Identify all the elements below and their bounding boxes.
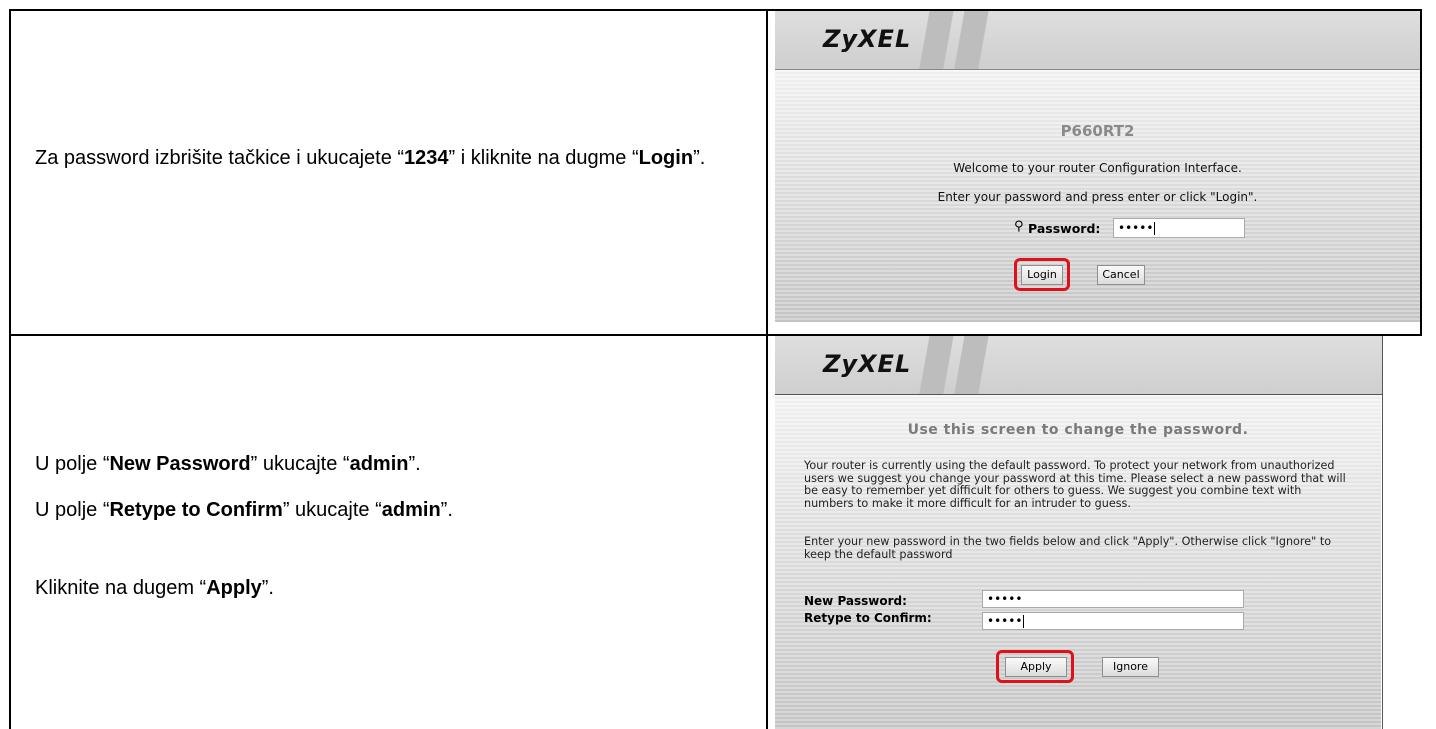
login-body: P660RT2 Welcome to your router Configura… <box>775 70 1420 322</box>
change-password-body: Use this screen to change the password. … <box>775 395 1381 729</box>
instruction-text: Kliknite na dugem “ <box>35 577 207 599</box>
instructions-paragraph: Enter your new password in the two field… <box>804 535 1332 561</box>
table-column-divider <box>766 9 768 729</box>
instruction-text: ”. <box>261 577 274 599</box>
instruction-value: admin <box>381 499 441 521</box>
instruction-field-name: Retype to Confirm <box>109 499 283 521</box>
confirm-password-label: Retype to Confirm: <box>804 611 932 625</box>
intro-paragraph: Your router is currently using the defau… <box>804 459 1346 510</box>
change-password-screenshot: ZyXEL Use this screen to change the pass… <box>775 336 1383 729</box>
instruction-text: ”. <box>408 453 421 475</box>
instruction-value: 1234 <box>404 147 449 169</box>
zyxel-header: ZyXEL <box>775 336 1382 395</box>
key-icon: ⚲ <box>1014 219 1024 234</box>
login-hint: Enter your password and press enter or c… <box>937 190 1258 204</box>
instruction-text: ” ukucajte “ <box>282 499 382 521</box>
instruction-text: Za password izbrišite tačkice i ukucajet… <box>35 147 405 169</box>
instruction-button-name: Apply <box>206 577 262 599</box>
instruction-field-name: New Password <box>109 453 251 475</box>
zyxel-header: ZyXEL <box>775 11 1420 70</box>
instruction-text: U polje “ <box>35 499 110 521</box>
password-label: Password: <box>1028 221 1101 236</box>
model-name: P660RT2 <box>1060 122 1135 140</box>
new-password-input[interactable]: ••••• <box>982 590 1244 608</box>
instruction-text: ” ukucajte “ <box>250 453 350 475</box>
instruction-value: admin <box>349 453 409 475</box>
new-password-dots: ••••• <box>987 592 1023 606</box>
new-password-label: New Password: <box>804 594 907 608</box>
welcome-text: Welcome to your router Configuration Int… <box>953 161 1242 175</box>
row2-line1: U polje “New Password” ukucajte “admin”. <box>35 451 421 477</box>
apply-highlight <box>996 650 1074 683</box>
confirm-password-input[interactable]: ••••• <box>982 612 1244 630</box>
table-right-border-top <box>1420 9 1422 335</box>
cancel-button[interactable]: Cancel <box>1097 265 1145 285</box>
login-highlight <box>1014 258 1070 291</box>
zyxel-logo: ZyXEL <box>823 25 912 53</box>
confirm-password-dots: ••••• <box>987 614 1023 628</box>
instruction-text: U polje “ <box>35 453 110 475</box>
table-left-border <box>9 9 11 729</box>
row2-line3: Kliknite na dugem “Apply”. <box>35 575 274 601</box>
instruction-text: ”. <box>440 499 453 521</box>
row2-line2: U polje “Retype to Confirm” ukucajte “ad… <box>35 497 453 523</box>
zyxel-logo: ZyXEL <box>823 350 912 378</box>
password-dots: ••••• <box>1118 221 1154 235</box>
login-screenshot: ZyXEL P660RT2 Welcome to your router Con… <box>775 11 1420 322</box>
row1-instruction: Za password izbrišite tačkice i ukucajet… <box>35 145 755 171</box>
instruction-text: ” i kliknite na dugme “ <box>448 147 639 169</box>
change-password-title: Use this screen to change the password. <box>907 422 1249 438</box>
password-input[interactable]: ••••• <box>1113 218 1245 238</box>
instruction-button-name: Login <box>638 147 694 169</box>
instruction-text: ”. <box>693 147 706 169</box>
ignore-button[interactable]: Ignore <box>1102 657 1159 677</box>
